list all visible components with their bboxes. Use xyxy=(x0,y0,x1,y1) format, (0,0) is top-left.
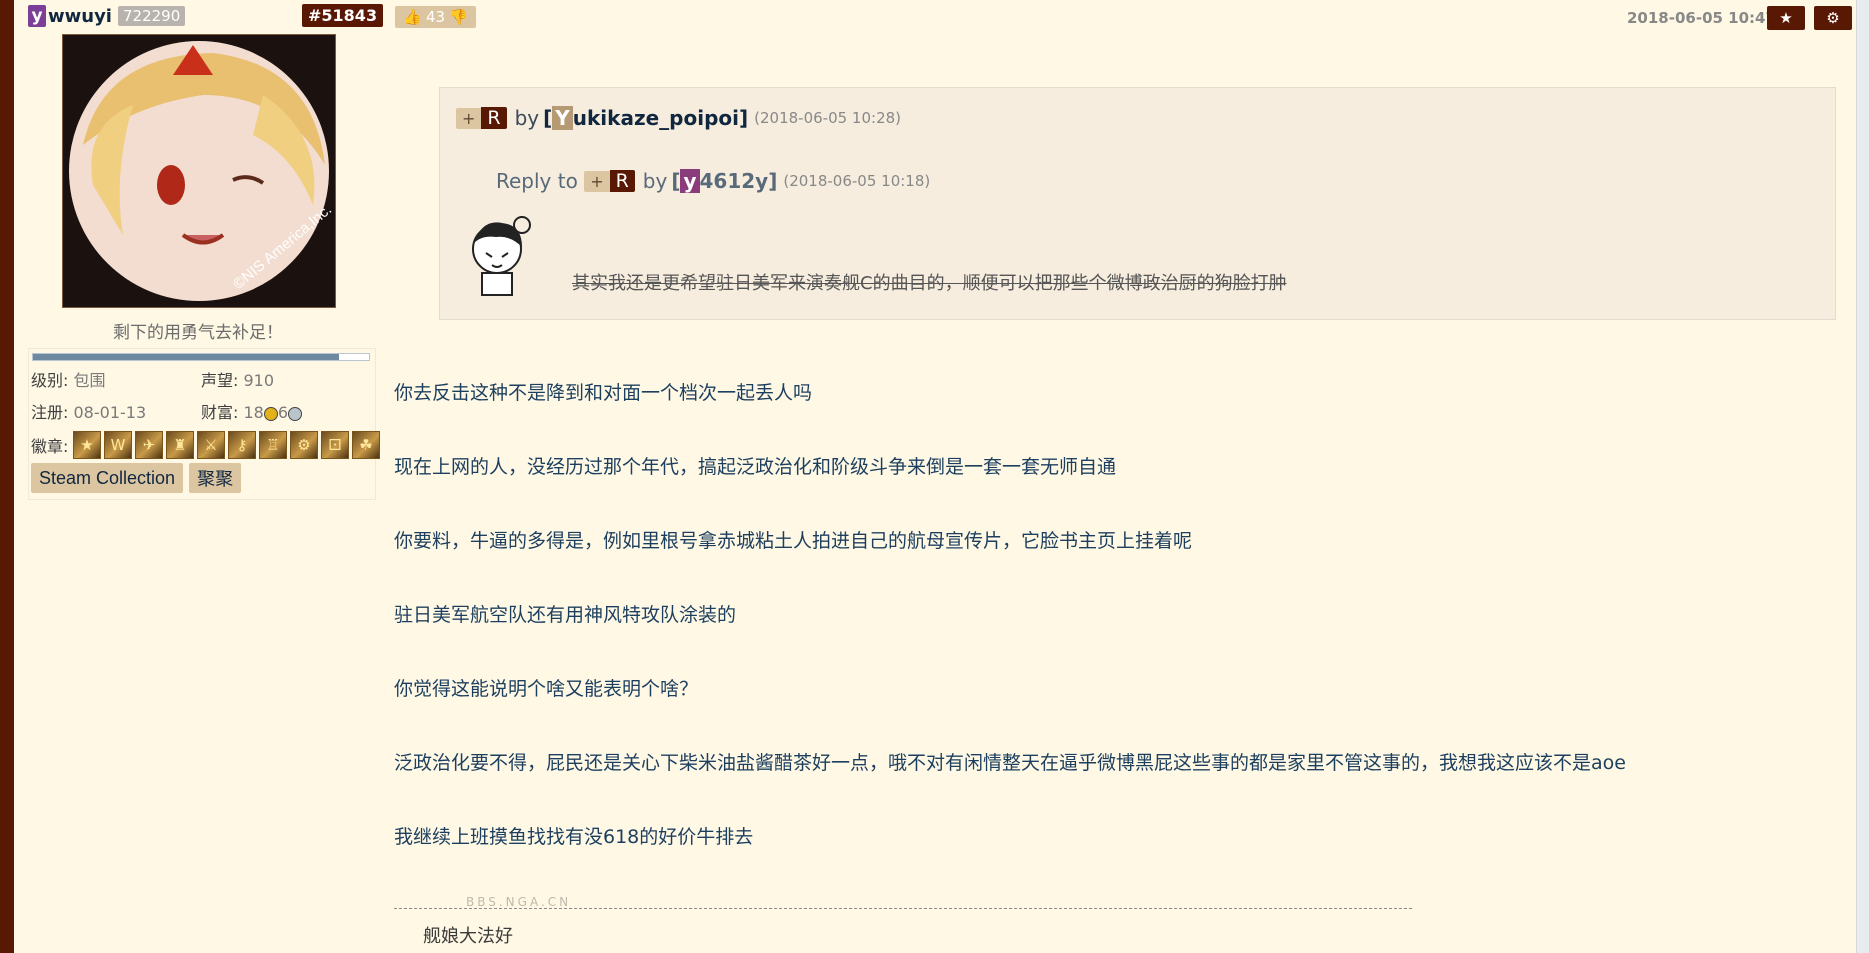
reply-r-tag[interactable]: R xyxy=(609,170,635,192)
user-info-panel: y wwuyi 722290 #51843 ©NIS America,Inc. … xyxy=(28,0,384,500)
register-value: 08-01-13 xyxy=(73,403,147,422)
reply-timestamp: (2018-06-05 10:18) xyxy=(783,172,931,190)
medal-w-icon[interactable]: W xyxy=(104,431,132,459)
medal-key-icon[interactable]: ⚷ xyxy=(228,431,256,459)
wealth-silver-value: 6 xyxy=(277,403,289,422)
content-paragraph: 你要料，牛逼的多得是，例如里根号拿赤城粘土人拍进自己的航母宣传片，它脸书主页上挂… xyxy=(394,530,1193,552)
silver-coin-icon xyxy=(288,406,303,421)
wealth-stat: 财富: 18 6 xyxy=(201,399,303,423)
reply-to-line: Reply to + R by [y 4612y] (2018-06-05 10:1… xyxy=(496,169,930,193)
quote-header: + R by [Yukikaze_poipoi] (2018-06-05 10:2… xyxy=(456,106,901,130)
floor-number-badge[interactable]: #51843 xyxy=(302,4,384,27)
avatar[interactable]: ©NIS America,Inc. xyxy=(62,34,336,308)
jujuju-button[interactable]: 聚聚 xyxy=(189,463,242,493)
quote-by-text: by xyxy=(514,106,540,130)
wealth-gold-value: 18 xyxy=(243,403,264,422)
star-icon: ★ xyxy=(1779,9,1793,27)
username-initial: y xyxy=(28,5,46,27)
register-stat: 注册: 08-01-13 xyxy=(31,399,146,423)
like-count: 43 xyxy=(425,8,446,26)
steam-collection-button[interactable]: Steam Collection xyxy=(31,463,184,493)
reply-author-link[interactable]: [y 4612y] xyxy=(671,169,777,193)
quote-r-tag[interactable]: R xyxy=(481,107,507,129)
quote-plus-tag[interactable]: + xyxy=(456,107,482,129)
level-value: 包围 xyxy=(73,371,106,390)
reputation-bar-fill xyxy=(33,354,339,360)
content-paragraph: 驻日美军航空队还有用神风特攻队涂装的 xyxy=(394,604,737,626)
medal-wings-icon[interactable]: ✈ xyxy=(135,431,163,459)
like-dislike-box: 👍 43 👎 xyxy=(395,6,476,28)
signature-divider xyxy=(394,908,1412,909)
medal-star-icon[interactable]: ★ xyxy=(73,431,101,459)
gear-icon: ⚙ xyxy=(1826,9,1840,27)
thumbs-down-icon[interactable]: 👎 xyxy=(449,8,468,26)
post-timestamp: 2018-06-05 10:47 xyxy=(1627,9,1776,27)
medal-sword-icon[interactable]: ⚔ xyxy=(197,431,225,459)
content-paragraph: 泛政治化要不得，屁民还是关心下柴米油盐酱醋茶好一点，哦不对有闲情整天在逼乎微博黑… xyxy=(394,752,1626,774)
scrollbar-track[interactable] xyxy=(1856,0,1869,953)
prestige-label: 声望: xyxy=(201,371,239,390)
user-id-badge[interactable]: 722290 xyxy=(117,6,186,26)
signature-watermark: BBS.NGA.CN xyxy=(466,895,572,909)
username-link[interactable]: wwuyi xyxy=(48,6,112,27)
quote-author-name: ukikaze_poipoi xyxy=(572,106,739,130)
avatar-image: ©NIS America,Inc. xyxy=(63,35,335,307)
content-paragraph: 我继续上班摸鱼找找有没618的好价牛排去 xyxy=(394,826,754,848)
post-signature-text: 舰娘大法好 xyxy=(423,926,513,947)
reputation-bar xyxy=(32,353,370,361)
reply-plus-tag[interactable]: + xyxy=(584,170,610,192)
reply-by-text: by xyxy=(642,169,668,193)
reply-author-name: 4612y xyxy=(699,169,769,193)
settings-button[interactable]: ⚙ xyxy=(1814,6,1852,30)
medal-cat-icon[interactable]: ☘ xyxy=(352,431,380,459)
favorite-star-button[interactable]: ★ xyxy=(1767,6,1805,30)
reply-to-text: Reply to xyxy=(496,169,578,193)
quote-author-link[interactable]: [Yukikaze_poipoi] xyxy=(543,106,748,130)
quoted-text: 其实我还是更希望驻日美军来演奏舰C的曲目的，顺便可以把那些个微博政治厨的狗脸打肿 xyxy=(572,273,1287,294)
content-paragraph: 你觉得这能说明个啥又能表明个啥？ xyxy=(394,678,699,700)
quote-timestamp: (2018-06-05 10:28) xyxy=(754,109,902,127)
quoted-reply-block: + R by [Yukikaze_poipoi] (2018-06-05 10:2… xyxy=(439,87,1836,320)
medal-castle-icon[interactable]: ♖ xyxy=(259,431,287,459)
wealth-label: 财富: xyxy=(201,403,239,422)
username-row: y wwuyi 722290 xyxy=(28,4,186,28)
register-label: 注册: xyxy=(31,403,69,422)
medal-list: ★ W ✈ ♜ ⚔ ⚷ ♖ ⚙ ⚀ ☘ xyxy=(73,431,380,459)
user-stats: 级别: 包围 声望: 910 注册: 08-01-13 财富: 18 6 徽章: … xyxy=(28,348,380,500)
medal-dice-icon[interactable]: ⚀ xyxy=(321,431,349,459)
medal-gear-icon[interactable]: ⚙ xyxy=(290,431,318,459)
prestige-value: 910 xyxy=(243,371,275,390)
level-stat: 级别: 包围 xyxy=(31,367,106,391)
medal-figure-icon[interactable]: ♜ xyxy=(166,431,194,459)
content-paragraph: 你去反击这种不是降到和对面一个档次一起丢人吗 xyxy=(394,382,813,404)
thumbs-up-icon[interactable]: 👍 xyxy=(403,8,422,26)
level-label: 级别: xyxy=(31,371,69,390)
user-buttons: Steam Collection 聚聚 xyxy=(31,463,242,493)
left-accent-bar xyxy=(0,0,14,953)
medal-label-text: 徽章: xyxy=(31,437,69,456)
sticker-image xyxy=(472,216,531,296)
gold-coin-icon xyxy=(263,406,278,421)
content-paragraph: 现在上网的人，没经历过那个年代，搞起泛政治化和阶级斗争来倒是一套一套无师自通 xyxy=(394,456,1117,478)
prestige-stat: 声望: 910 xyxy=(201,367,274,391)
user-signature: 剩下的用勇气去补足！ xyxy=(113,323,283,343)
reply-author-initial: y xyxy=(680,169,700,193)
quote-author-initial: Y xyxy=(552,106,573,130)
